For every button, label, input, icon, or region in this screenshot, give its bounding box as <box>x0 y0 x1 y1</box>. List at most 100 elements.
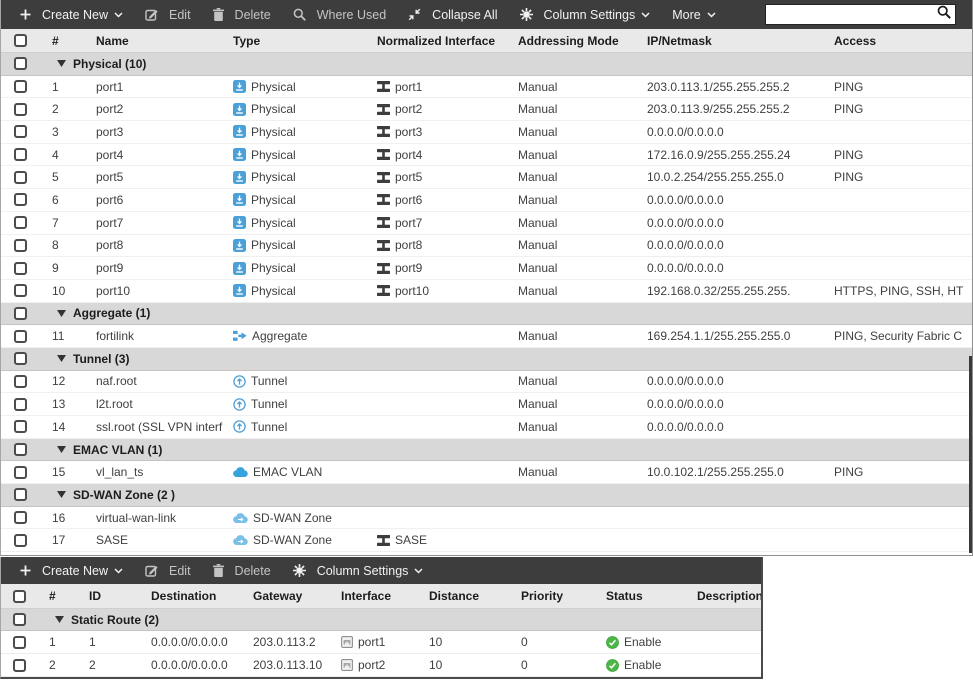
column-header-id[interactable]: ID <box>77 589 139 603</box>
triangle-down-icon[interactable] <box>57 60 66 67</box>
row-checkbox[interactable] <box>14 148 27 161</box>
interfaces-header-row: # Name Type Normalized Interface Address… <box>1 29 972 53</box>
column-header-status[interactable]: Status <box>594 589 682 603</box>
row-checkbox[interactable] <box>14 466 27 479</box>
column-header-type[interactable]: Type <box>223 34 361 48</box>
row-checkbox[interactable] <box>14 193 27 206</box>
interface-row[interactable]: 9 port9 Physical port9 Manual 0.0.0.0/0.… <box>1 257 972 280</box>
row-checkbox[interactable] <box>14 420 27 433</box>
column-header-interface[interactable]: Interface <box>329 589 417 603</box>
addressing-mode: Manual <box>501 465 631 479</box>
triangle-down-icon[interactable] <box>57 310 66 317</box>
row-checkbox[interactable] <box>13 636 26 649</box>
interface-row[interactable]: 16 virtual-wan-link SD-WAN Zone <box>1 507 972 530</box>
select-all-checkbox[interactable] <box>13 590 26 603</box>
edit-button[interactable]: Edit <box>134 557 202 584</box>
column-header-gateway[interactable]: Gateway <box>241 589 329 603</box>
create-new-button[interactable]: Create New <box>9 0 134 29</box>
delete-button[interactable]: Delete <box>202 557 282 584</box>
row-checkbox[interactable] <box>14 216 27 229</box>
create-new-button[interactable]: Create New <box>9 557 134 584</box>
column-header-priority[interactable]: Priority <box>509 589 594 603</box>
triangle-down-icon[interactable] <box>55 616 64 623</box>
row-checkbox[interactable] <box>14 511 27 524</box>
normalized-interface: port2 <box>361 102 501 116</box>
row-checkbox[interactable] <box>14 284 27 297</box>
group-row[interactable]: SD-WAN Zone (2 ) <box>1 484 972 507</box>
column-header-destination[interactable]: Destination <box>139 589 241 603</box>
row-checkbox[interactable] <box>14 534 27 547</box>
row-checkbox[interactable] <box>14 171 27 184</box>
interface-row[interactable]: 10 port10 Physical port10 Manual 192.168… <box>1 280 972 303</box>
group-checkbox[interactable] <box>14 307 27 320</box>
interface-row[interactable]: 8 port8 Physical port8 Manual 0.0.0.0/0.… <box>1 235 972 258</box>
group-checkbox[interactable] <box>14 352 27 365</box>
access: PING, Security Fabric C <box>817 329 972 343</box>
row-checkbox[interactable] <box>14 398 27 411</box>
group-checkbox[interactable] <box>14 488 27 501</box>
interface-type: Physical <box>223 148 361 162</box>
interface-row[interactable]: 4 port4 Physical port4 Manual 172.16.0.9… <box>1 144 972 167</box>
search-icon[interactable] <box>937 5 951 24</box>
collapse-all-button[interactable]: Collapse All <box>397 0 508 29</box>
row-checkbox[interactable] <box>14 125 27 138</box>
column-header-normalized-interface[interactable]: Normalized Interface <box>361 34 501 48</box>
column-settings-button[interactable]: Column Settings <box>509 0 662 29</box>
group-row[interactable]: Physical (10) <box>1 53 972 76</box>
interface-row[interactable]: 5 port5 Physical port5 Manual 10.0.2.254… <box>1 166 972 189</box>
physical-icon <box>233 125 246 138</box>
ip-netmask: 0.0.0.0/0.0.0.0 <box>631 238 817 252</box>
group-checkbox[interactable] <box>13 613 26 626</box>
interface-row[interactable]: 14 ssl.root (SSL VPN interf Tunnel Manua… <box>1 416 972 439</box>
interface-row[interactable]: 3 port3 Physical port3 Manual 0.0.0.0/0.… <box>1 121 972 144</box>
interface-row[interactable]: 13 l2t.root Tunnel Manual 0.0.0.0/0.0.0.… <box>1 393 972 416</box>
group-row[interactable]: Aggregate (1) <box>1 303 972 326</box>
group-checkbox[interactable] <box>14 57 27 70</box>
delete-button[interactable]: Delete <box>202 0 282 29</box>
interface-row[interactable]: 12 naf.root Tunnel Manual 0.0.0.0/0.0.0.… <box>1 371 972 394</box>
row-checkbox[interactable] <box>14 103 27 116</box>
search-input[interactable] <box>772 6 937 23</box>
column-header-addressing-mode[interactable]: Addressing Mode <box>501 34 631 48</box>
row-checkbox[interactable] <box>13 659 26 672</box>
interface-row[interactable]: 11 fortilink Aggregate Manual 169.254.1.… <box>1 325 972 348</box>
interface-type: Aggregate <box>223 329 361 343</box>
edit-button[interactable]: Edit <box>134 0 202 29</box>
scrollbar-thumb[interactable] <box>969 356 972 553</box>
row-checkbox[interactable] <box>14 330 27 343</box>
where-used-button[interactable]: Where Used <box>282 0 397 29</box>
group-row[interactable]: EMAC VLAN (1) <box>1 439 972 462</box>
column-header-access[interactable]: Access <box>817 34 972 48</box>
interface-row[interactable]: 2 port2 Physical port2 Manual 203.0.113.… <box>1 98 972 121</box>
group-checkbox[interactable] <box>14 443 27 456</box>
triangle-down-icon[interactable] <box>57 446 66 453</box>
interface-row[interactable]: 1 port1 Physical port1 Manual 203.0.113.… <box>1 76 972 99</box>
row-checkbox[interactable] <box>14 375 27 388</box>
route-row[interactable]: 2 2 0.0.0.0/0.0.0.0 203.0.113.10 port2 1… <box>1 654 761 677</box>
column-header-description[interactable]: Description <box>682 589 761 603</box>
column-header-ip-netmask[interactable]: IP/Netmask <box>631 34 817 48</box>
column-header-name[interactable]: Name <box>81 34 223 48</box>
row-checkbox[interactable] <box>14 262 27 275</box>
more-button[interactable]: More <box>661 0 726 29</box>
interface-num: 8 <box>39 238 81 252</box>
column-header-distance[interactable]: Distance <box>417 589 509 603</box>
interface-row[interactable]: 6 port6 Physical port6 Manual 0.0.0.0/0.… <box>1 189 972 212</box>
triangle-down-icon[interactable] <box>57 491 66 498</box>
route-row[interactable]: 1 1 0.0.0.0/0.0.0.0 203.0.113.2 port1 10… <box>1 631 761 654</box>
triangle-down-icon[interactable] <box>57 355 66 362</box>
select-all-checkbox[interactable] <box>14 34 27 47</box>
column-settings-button[interactable]: Column Settings <box>282 557 435 584</box>
interface-row[interactable]: 17 SASE SD-WAN Zone SASE <box>1 529 972 552</box>
column-header-num[interactable]: # <box>39 34 81 48</box>
column-header-num[interactable]: # <box>37 589 77 603</box>
interface-row[interactable]: 15 vl_lan_ts EMAC VLAN Manual 10.0.102.1… <box>1 461 972 484</box>
group-row[interactable]: Static Route (2) <box>1 609 761 631</box>
row-checkbox[interactable] <box>14 80 27 93</box>
row-checkbox[interactable] <box>14 239 27 252</box>
ip-netmask: 0.0.0.0/0.0.0.0 <box>631 261 817 275</box>
group-row[interactable]: Tunnel (3) <box>1 348 972 371</box>
access: PING <box>817 148 972 162</box>
plus-icon <box>20 9 31 20</box>
interface-row[interactable]: 7 port7 Physical port7 Manual 0.0.0.0/0.… <box>1 212 972 235</box>
